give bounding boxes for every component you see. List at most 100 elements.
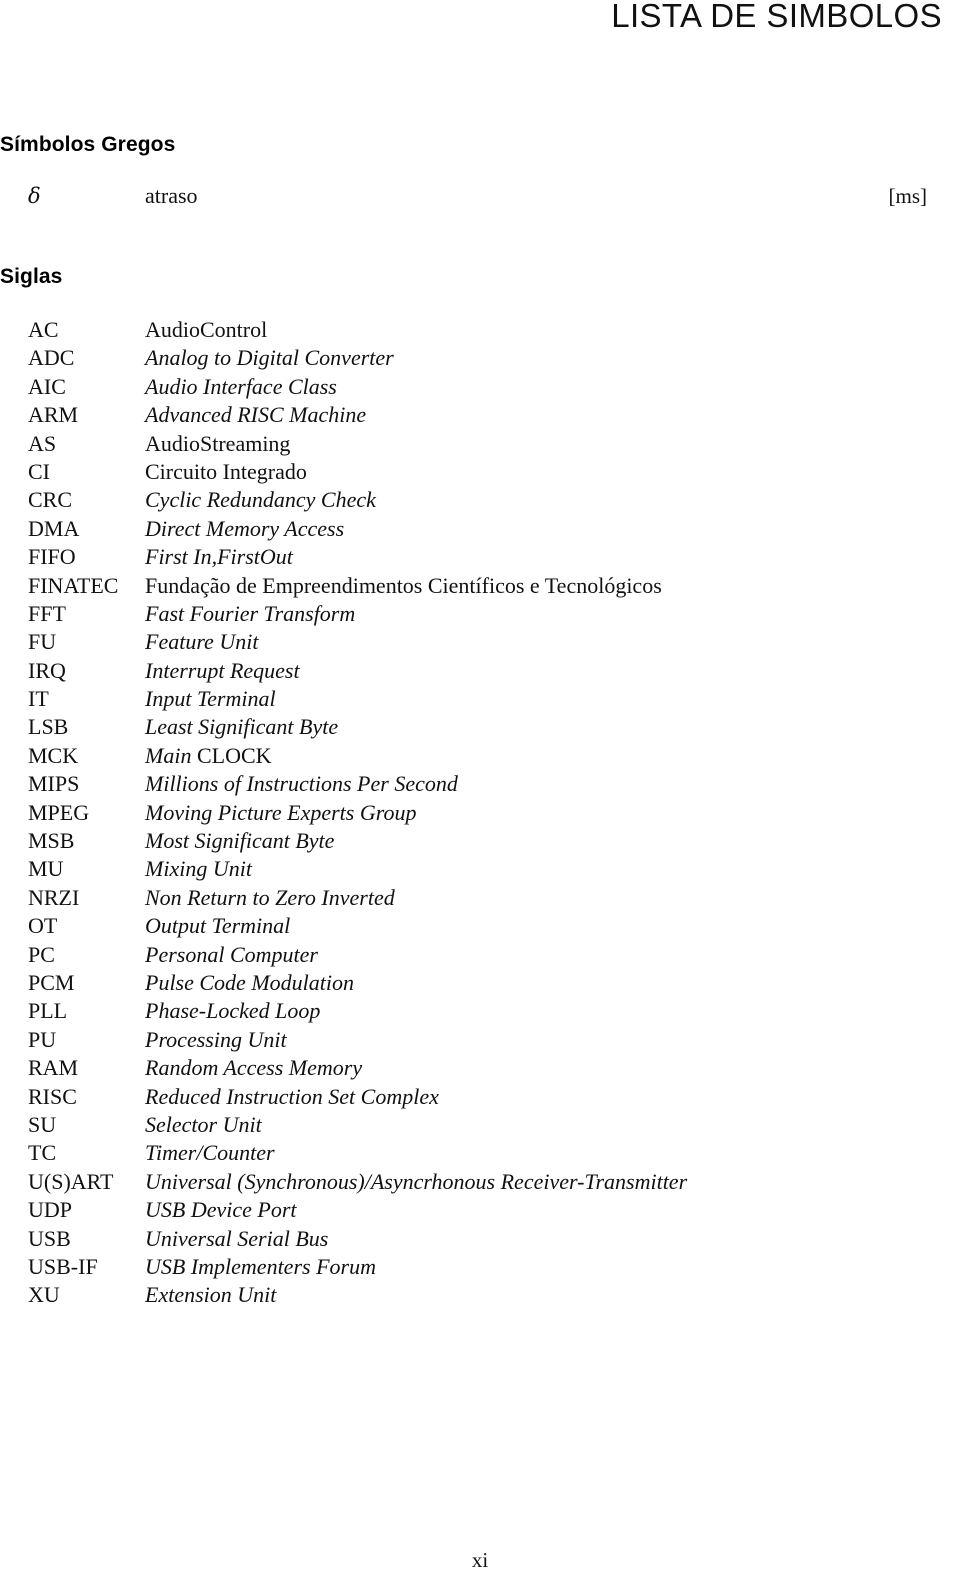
acronym-row: ADC Analog to Digital Converter (0, 344, 960, 372)
acronym-abbreviation: USB (28, 1225, 71, 1251)
acronym-row: RAM Random Access Memory (0, 1054, 960, 1082)
acronym-row: NRZI Non Return to Zero Inverted (0, 884, 960, 912)
acronym-row: FINATEC Fundação de Empreendimentos Cient… (0, 572, 960, 600)
acronym-abbreviation: PC (28, 941, 55, 967)
acronym-definition: Mixing Unit (145, 856, 252, 882)
acronym-abbreviation: AS (28, 430, 57, 456)
acronym-definition: Main CLOCK (145, 742, 272, 770)
acronym-definition: Input Terminal (145, 686, 276, 712)
acronym-definition: Pulse Code Modulation (145, 969, 354, 995)
acronym-definition: Universal (Synchronous)/Asyncrhonous Rec… (145, 1168, 688, 1194)
acronym-abbreviation: UDP (28, 1197, 73, 1223)
acronym-definition: Interrupt Request (145, 657, 300, 683)
acronym-row: OT Output Terminal (0, 912, 960, 940)
acronym-definition: Circuito Integrado (145, 458, 307, 484)
acronym-definition: USB Device Port (145, 1197, 297, 1223)
acronym-row: MSB Most Significant Byte (0, 827, 960, 855)
acronym-definition: Non Return to Zero Inverted (145, 884, 395, 910)
acronym-row: U(S)ART Universal (Synchronous)/Asyncrhon… (0, 1168, 960, 1196)
acronym-row: PLL Phase-Locked Loop (0, 997, 960, 1025)
acronym-definition: Selector Unit (145, 1111, 262, 1137)
page-number: xi (471, 1548, 489, 1572)
acronym-row: CRC Cyclic Redundancy Check (0, 486, 960, 514)
acronym-abbreviation: ADC (28, 345, 75, 371)
acronym-row: FU Feature Unit (0, 628, 960, 656)
acronym-row: ARM Advanced RISC Machine (0, 401, 960, 429)
acronym-abbreviation: AC (28, 317, 59, 342)
acronym-row: UDP USB Device Port (0, 1196, 960, 1224)
acronym-definition: Audio Interface Class (145, 373, 337, 399)
acronym-row: XU Extension Unit (0, 1281, 960, 1309)
greek-symbol-glyph: δ (28, 184, 41, 208)
acronym-row: SU Selector Unit (0, 1111, 960, 1139)
acronym-row: MCK Main CLOCK (0, 742, 960, 770)
acronym-definition: Direct Memory Access (145, 515, 345, 541)
acronym-definition: Reduced Instruction Set Complex (145, 1083, 439, 1109)
acronym-row: AIC Audio Interface Class (0, 373, 960, 401)
acronym-abbreviation: DMA (28, 515, 80, 541)
acronym-row: DMA Direct Memory Access (0, 515, 960, 543)
running-head-title: LISTA DE SIMBOLOS (611, 0, 942, 34)
acronym-definition: Advanced RISC Machine (145, 402, 367, 428)
acronym-row: MPEG Moving Picture Experts Group (0, 799, 960, 827)
acronym-abbreviation: PU (28, 1026, 57, 1052)
acronym-abbreviation: MCK (28, 742, 79, 768)
acronym-definition: Extension Unit (145, 1282, 277, 1308)
acronym-abbreviation: ARM (28, 402, 79, 428)
greek-symbol-row: δ atraso [ms] (0, 182, 960, 210)
acronym-abbreviation: FU (28, 629, 57, 655)
acronym-row: PC Personal Computer (0, 941, 960, 969)
acronym-row: FFT Fast Fourier Transform (0, 600, 960, 628)
acronym-definition: Processing Unit (145, 1026, 287, 1052)
greek-symbol-unit: [ms] (888, 184, 928, 208)
acronym-abbreviation: OT (28, 913, 58, 939)
acronym-definition: Fundação de Empreendimentos Científicos … (145, 572, 662, 598)
acronym-abbreviation: CRC (28, 487, 73, 513)
acronym-row: PU Processing Unit (0, 1026, 960, 1054)
acronym-definition: Feature Unit (145, 629, 259, 655)
acronym-abbreviation: MIPS (28, 771, 80, 797)
acronym-abbreviation: IT (28, 686, 49, 712)
acronym-row: RISC Reduced Instruction Set Complex (0, 1083, 960, 1111)
acronym-abbreviation: PLL (28, 998, 68, 1024)
acronym-row: MU Mixing Unit (0, 855, 960, 883)
acronym-definition: Millions of Instructions Per Second (145, 771, 458, 797)
acronym-definition: Output Terminal (145, 913, 291, 939)
acronym-abbreviation: PCM (28, 969, 75, 995)
acronym-abbreviation: FINATEC (28, 572, 119, 598)
acronym-definition: AudioStreaming (145, 430, 291, 456)
greek-symbol-description: atraso (145, 183, 198, 208)
acronym-abbreviation: MU (28, 856, 64, 882)
acronym-abbreviation: XU (28, 1282, 60, 1308)
acronym-definition-roman-part: CLOCK (196, 742, 272, 768)
section-heading-greek-symbols: Símbolos Gregos (0, 133, 176, 156)
acronym-row: AC AudioControl (0, 316, 960, 344)
acronym-definition: Timer/Counter (145, 1140, 275, 1166)
acronym-definition: Least Significant Byte (145, 714, 339, 740)
acronym-abbreviation: MSB (28, 828, 75, 854)
acronym-abbreviation: SU (28, 1111, 57, 1137)
acronym-abbreviation: RISC (28, 1083, 77, 1109)
acronym-row: CI Circuito Integrado (0, 458, 960, 486)
acronym-definition: Moving Picture Experts Group (145, 799, 417, 825)
acronym-definition: Universal Serial Bus (145, 1225, 329, 1251)
acronym-row: IRQ Interrupt Request (0, 657, 960, 685)
acronym-row: AS AudioStreaming (0, 430, 960, 458)
acronym-abbreviation: NRZI (28, 884, 80, 910)
document-page: LISTA DE SIMBOLOS Símbolos Gregos δ atras… (0, 0, 960, 1595)
acronym-definition: USB Implementers Forum (145, 1253, 376, 1279)
acronym-list: AC AudioControl ADC Analog to Digital Conve… (0, 316, 960, 1310)
acronym-definition: First In,FirstOut (145, 544, 293, 570)
acronym-row: IT Input Terminal (0, 685, 960, 713)
section-heading-acronyms: Siglas (0, 265, 63, 288)
acronym-abbreviation: FIFO (28, 544, 76, 570)
acronym-definition: Random Access Memory (145, 1055, 363, 1081)
acronym-row: USB-IF USB Implementers Forum (0, 1253, 960, 1281)
acronym-definition: Fast Fourier Transform (145, 600, 356, 626)
acronym-abbreviation: U(S)ART (28, 1168, 114, 1194)
acronym-abbreviation: CI (28, 458, 50, 484)
acronym-abbreviation: USB-IF (28, 1253, 98, 1279)
acronym-abbreviation: AIC (28, 373, 66, 399)
greek-symbol-list: δ atraso [ms] (0, 182, 960, 210)
acronym-definition: Analog to Digital Converter (145, 345, 394, 371)
